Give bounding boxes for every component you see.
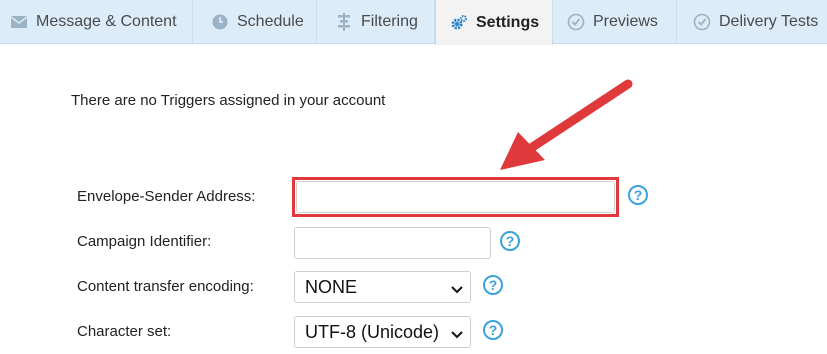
envelope-sender-input[interactable] xyxy=(296,181,615,213)
envelope-icon xyxy=(10,13,28,31)
charset-value: UTF-8 (Unicode) xyxy=(305,321,440,342)
encoding-value: NONE xyxy=(305,276,358,297)
charset-select[interactable]: UTF-8 (Unicode) xyxy=(294,316,471,348)
check-circle-icon xyxy=(567,13,585,31)
help-icon[interactable]: ? xyxy=(628,185,648,205)
gears-icon xyxy=(450,14,468,32)
tab-delivery-tests[interactable]: Delivery Tests xyxy=(677,0,827,44)
tab-settings[interactable]: Settings xyxy=(435,0,553,45)
tab-label: Filtering xyxy=(361,13,418,30)
chevron-down-icon xyxy=(450,325,464,339)
tab-filtering[interactable]: Filtering xyxy=(317,0,435,44)
encoding-label: Content transfer encoding: xyxy=(77,278,254,295)
chevron-down-icon xyxy=(450,280,464,294)
envelope-sender-label: Envelope-Sender Address: xyxy=(77,188,256,205)
tab-schedule[interactable]: Schedule xyxy=(193,0,317,44)
encoding-select[interactable]: NONE xyxy=(294,271,471,303)
tab-message-content[interactable]: Message & Content xyxy=(0,0,193,44)
tab-previews[interactable]: Previews xyxy=(553,0,677,44)
tab-label: Previews xyxy=(593,13,658,30)
clock-icon xyxy=(211,13,229,31)
tab-bar: Message & Content Schedule Filtering Set… xyxy=(0,0,827,45)
help-icon[interactable]: ? xyxy=(483,320,503,340)
tab-label: Settings xyxy=(476,13,540,31)
tab-label: Delivery Tests xyxy=(719,13,819,30)
campaign-identifier-input[interactable] xyxy=(294,227,491,259)
help-icon[interactable]: ? xyxy=(500,231,520,251)
check-circle-icon xyxy=(693,13,711,31)
no-triggers-notice: There are no Triggers assigned in your a… xyxy=(71,92,386,109)
tab-label: Message & Content xyxy=(36,13,177,30)
charset-label: Character set: xyxy=(77,323,172,340)
campaign-identifier-label: Campaign Identifier: xyxy=(77,233,212,250)
filter-icon xyxy=(335,13,353,31)
tab-label: Schedule xyxy=(237,13,304,30)
help-icon[interactable]: ? xyxy=(483,275,503,295)
